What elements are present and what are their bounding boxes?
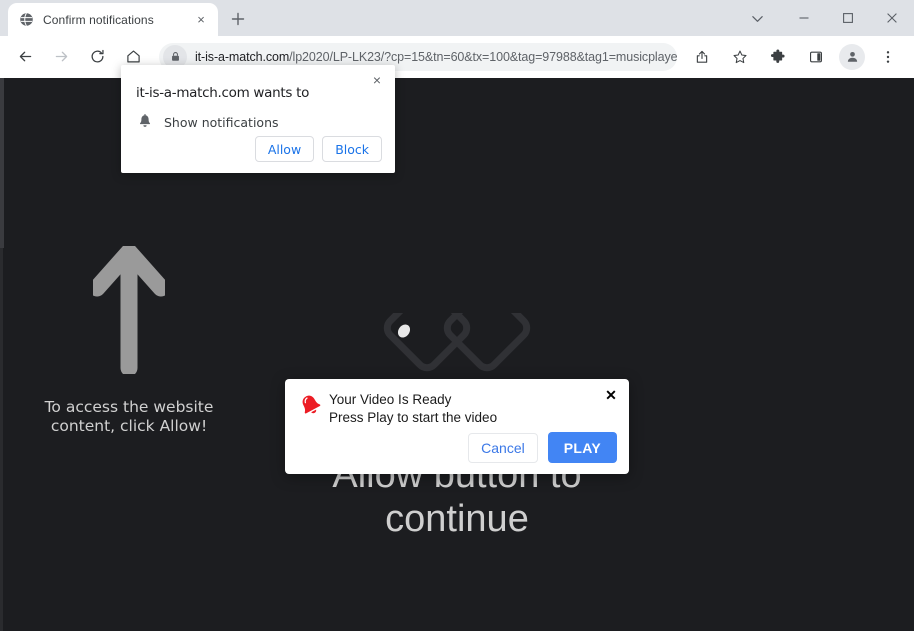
three-dot-menu-icon[interactable]	[873, 42, 903, 72]
notification-permission-dialog: × it-is-a-match.com wants to Show notifi…	[121, 65, 395, 173]
modal-text-block: Your Video Is Ready Press Play to start …	[329, 391, 579, 427]
url-path: /lp2020/LP-LK23/?cp=15&tn=60&tx=100&tag=…	[289, 49, 677, 64]
chevron-down-icon	[751, 15, 763, 22]
close-window-button[interactable]	[870, 0, 914, 36]
close-icon	[887, 13, 897, 23]
left-edge-strip-lower	[0, 248, 3, 631]
permission-actions: Allow Block	[254, 136, 382, 162]
new-tab-button[interactable]	[224, 5, 252, 33]
tab-strip: Confirm notifications ×	[0, 0, 914, 36]
left-edge-strip	[0, 78, 4, 248]
window-controls	[738, 0, 914, 36]
modal-subtext: Press Play to start the video	[329, 410, 498, 425]
url-domain: it-is-a-match.com	[195, 49, 290, 64]
tab-title: Confirm notifications	[43, 12, 154, 27]
video-ready-modal: ✕ Your Video Is Ready Press Play to star…	[285, 379, 629, 474]
minimize-icon	[799, 17, 809, 19]
reload-icon	[91, 49, 104, 63]
maximize-button[interactable]	[826, 0, 870, 36]
puzzle-icon[interactable]	[763, 42, 793, 72]
red-bell-icon	[297, 392, 325, 420]
back-arrow-icon	[19, 51, 31, 62]
toolbar-right-actions	[683, 42, 907, 72]
side-panel-icon[interactable]	[801, 42, 831, 72]
star-icon[interactable]	[725, 42, 755, 72]
modal-heading: Your Video Is Ready	[329, 392, 452, 407]
permission-close-icon[interactable]: ×	[367, 70, 387, 90]
tab-close-icon[interactable]: ×	[192, 11, 210, 29]
forward-button[interactable]	[46, 42, 76, 72]
block-button[interactable]: Block	[322, 136, 382, 162]
bell-icon	[136, 113, 154, 131]
cancel-button[interactable]: Cancel	[468, 432, 538, 463]
avatar[interactable]	[839, 43, 865, 70]
reload-button[interactable]	[82, 42, 112, 72]
permission-label: Show notifications	[164, 114, 279, 130]
globe-icon	[18, 12, 34, 28]
minimize-button[interactable]	[782, 0, 826, 36]
modal-actions: Cancel PLAY	[468, 432, 617, 463]
arrow-up-icon	[88, 243, 170, 377]
page-headline-line-2: continue	[385, 498, 529, 540]
modal-close-icon[interactable]: ✕	[602, 386, 620, 404]
access-hint-line-1: To access the website	[44, 398, 214, 416]
permission-row: Show notifications	[136, 113, 279, 131]
address-bar-url[interactable]: it-is-a-match.com/lp2020/LP-LK23/?cp=15&…	[195, 50, 677, 64]
back-button[interactable]	[10, 42, 40, 72]
play-button[interactable]: PLAY	[547, 432, 617, 463]
maximize-icon	[843, 13, 853, 23]
access-hint-line-2: content, click Allow!	[50, 417, 208, 435]
plus-icon	[231, 12, 245, 26]
access-hint-text: To access the website content, click All…	[0, 398, 258, 436]
share-icon[interactable]	[687, 42, 717, 72]
browser-window: Confirm notifications × it-is-a-match.co…	[0, 0, 914, 631]
home-icon	[126, 50, 140, 63]
allow-button[interactable]: Allow	[254, 136, 315, 162]
permission-title: it-is-a-match.com wants to	[136, 85, 310, 101]
tab-search-button[interactable]	[738, 0, 776, 36]
browser-tab-confirm-notifications[interactable]: Confirm notifications ×	[8, 3, 218, 36]
forward-arrow-icon	[55, 51, 67, 62]
